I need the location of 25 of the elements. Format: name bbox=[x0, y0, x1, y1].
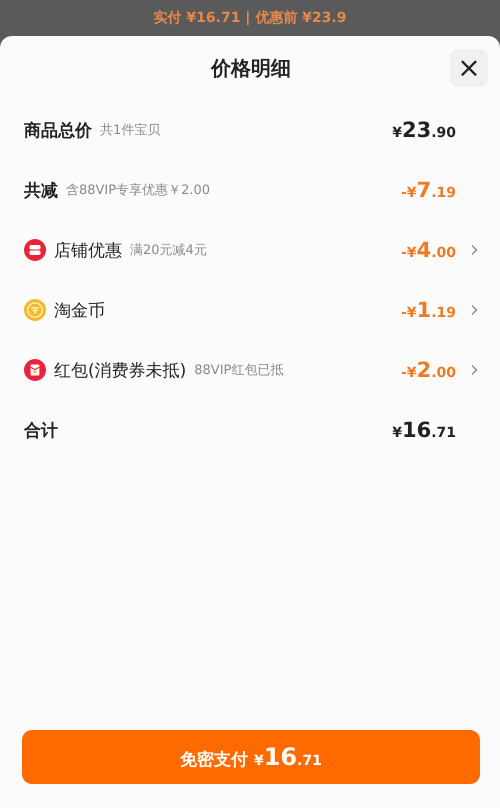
chevron-icon[interactable] bbox=[470, 304, 478, 316]
row-label: 淘金币 bbox=[54, 300, 105, 322]
row-label: 红包(消费券未抵) bbox=[54, 360, 186, 382]
shop-icon bbox=[24, 239, 46, 261]
row-amount: -¥7.19 bbox=[401, 178, 456, 202]
row-label: 商品总价 bbox=[24, 120, 92, 142]
coin-icon bbox=[24, 299, 46, 321]
envelope-icon bbox=[24, 359, 46, 381]
row-note: 88VIP红包已抵 bbox=[194, 362, 284, 379]
row-amount: -¥1.19 bbox=[401, 298, 456, 322]
row-note: 共1件宝贝 bbox=[100, 122, 160, 139]
row-label: 店铺优惠 bbox=[54, 240, 122, 262]
row-amount: ¥23.90 bbox=[392, 118, 456, 142]
row-amount: -¥2.00 bbox=[401, 358, 456, 382]
backdrop-summary: 实付 ¥16.71 | 优惠前 ¥23.9 bbox=[154, 9, 346, 27]
row-amount: -¥4.00 bbox=[401, 238, 456, 262]
row-amount: ¥16.71 bbox=[392, 418, 456, 442]
row-label: 合计 bbox=[24, 420, 58, 442]
row-note: 含88VIP专享优惠￥2.00 bbox=[66, 182, 210, 199]
chevron-icon[interactable] bbox=[470, 364, 478, 376]
chevron-icon[interactable] bbox=[470, 244, 478, 256]
row-note: 满20元减4元 bbox=[130, 242, 207, 259]
close-button[interactable]: × bbox=[450, 49, 488, 87]
sheet-title: 价格明细 bbox=[211, 54, 291, 82]
row-label: 共减 bbox=[24, 180, 58, 202]
